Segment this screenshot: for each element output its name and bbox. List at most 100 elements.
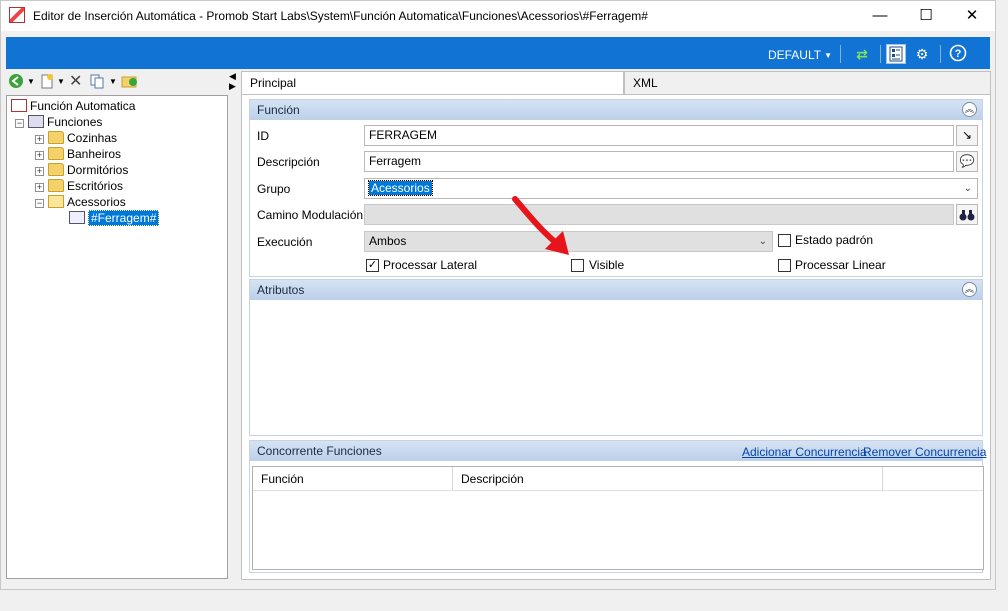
tree-item-selected[interactable]: #Ferragem# [69, 210, 160, 226]
descripcion-field[interactable]: Ferragem [364, 151, 954, 172]
editor-window: Editor de Inserción Automática - Promob … [0, 0, 996, 590]
principal-panel: Función ︽ ID FERRAGEM ↘ Descripción Ferr… [241, 94, 991, 580]
toolbar-divider [880, 45, 881, 63]
processar-lateral-label: Processar Lateral [383, 258, 478, 272]
section-title: Atributos [257, 283, 305, 297]
collapse-section-icon[interactable]: ︽ [962, 282, 977, 297]
expand-toggle[interactable]: + [35, 135, 44, 144]
folder-icon [48, 147, 64, 160]
execucion-selected-value: Ambos [369, 234, 407, 248]
main-toolbar: DEFAULT ▼ ⇄ ⚙ ? [6, 37, 990, 69]
estado-padron-label: Estado padrón [795, 233, 874, 247]
function-file-icon [69, 211, 85, 224]
back-icon[interactable] [8, 73, 24, 91]
id-field[interactable]: FERRAGEM [364, 125, 954, 146]
functions-node-icon [28, 115, 44, 128]
title-bar: Editor de Inserción Automática - Promob … [1, 1, 995, 31]
processar-linear-checkbox[interactable] [778, 259, 791, 272]
profile-dropdown[interactable]: DEFAULT ▼ [768, 48, 832, 62]
splitter-toggle[interactable]: ◀ ▶ [229, 71, 239, 91]
window-title: Editor de Inserción Automática - Promob … [33, 9, 648, 23]
grupo-selected-value: Acessorios [368, 180, 433, 196]
chevron-down-icon: ▼ [824, 51, 832, 60]
camino-label: Camino Modulación [257, 208, 364, 222]
section-title: Función [257, 103, 300, 117]
tree-item-funciones[interactable]: − Funciones [15, 114, 102, 130]
collapse-toggle[interactable]: − [15, 119, 24, 128]
toolbar-divider [840, 45, 841, 63]
id-lookup-icon[interactable]: ↘ [956, 125, 978, 146]
refresh-folder-icon[interactable] [121, 73, 139, 91]
tree-root-label: Función Automatica [30, 99, 136, 113]
processar-lateral-checkbox[interactable]: ✓ [366, 259, 379, 272]
new-item-icon[interactable] [39, 73, 55, 91]
atributos-section: Atributos ︽ [249, 279, 983, 436]
tree-item-folder[interactable]: + Banheiros [35, 146, 121, 162]
tree-item-folder[interactable]: + Cozinhas [35, 130, 117, 146]
collapse-toggle[interactable]: − [35, 199, 44, 208]
grupo-label: Grupo [257, 182, 291, 196]
chevron-down-icon[interactable]: ⌄ [964, 179, 972, 198]
visible-label: Visible [589, 258, 625, 272]
folder-icon [48, 131, 64, 144]
toolbar-divider [940, 45, 941, 63]
camino-field[interactable] [364, 204, 954, 225]
annotation-arrow [512, 196, 569, 255]
grupo-select[interactable]: Acessorios ⌄ [364, 178, 978, 199]
column-header-descripcion[interactable]: Descripción [453, 467, 883, 491]
collapse-left-icon[interactable]: ◀ [229, 71, 239, 81]
settings-gear-icon[interactable]: ⚙ [912, 44, 932, 64]
app-icon [9, 7, 25, 23]
tree-item-folder[interactable]: − Acessorios [35, 194, 126, 210]
add-concurrency-link[interactable]: Adicionar Concurrencia [742, 445, 867, 459]
tree-toolbar: ▼ ▼ ✕ ▼ [7, 72, 227, 92]
comment-icon[interactable]: 💬 [956, 151, 978, 172]
folder-icon [48, 163, 64, 176]
tab-strip: Principal XML [241, 71, 991, 95]
tab-principal[interactable]: Principal [241, 71, 624, 95]
profile-label: DEFAULT [767, 48, 822, 62]
properties-panel-icon[interactable] [886, 44, 906, 64]
tree-item-label: Cozinhas [67, 131, 118, 145]
binoculars-icon[interactable] [956, 204, 978, 225]
atributos-section-header: Atributos ︽ [250, 280, 982, 300]
tree-item-folder[interactable]: + Escritórios [35, 178, 123, 194]
expand-right-icon[interactable]: ▶ [229, 81, 239, 91]
table-header: Función Descripción [253, 467, 983, 491]
minimize-button[interactable]: — [857, 1, 903, 31]
open-folder-icon [48, 195, 64, 208]
refresh-icon[interactable]: ⇄ [852, 44, 872, 64]
collapse-section-icon[interactable]: ︽ [962, 102, 977, 117]
descripcion-label: Descripción [257, 155, 320, 169]
tree-root[interactable]: Función Automatica [11, 98, 135, 114]
svg-text:?: ? [955, 48, 962, 60]
chevron-down-icon[interactable]: ▼ [109, 73, 117, 91]
chevron-down-icon[interactable]: ⌄ [759, 232, 767, 251]
chevron-down-icon[interactable]: ▼ [27, 73, 35, 91]
execucion-label: Execución [257, 235, 313, 249]
remove-concurrency-link[interactable]: Remover Concurrencia [863, 445, 986, 459]
expand-toggle[interactable]: + [35, 151, 44, 160]
section-title: Concorrente Funciones [257, 444, 382, 458]
tree-item-label: Banheiros [67, 147, 122, 161]
help-icon[interactable]: ? [948, 44, 968, 64]
estado-padron-checkbox[interactable] [778, 234, 791, 247]
tree-item-label: Acessorios [67, 195, 126, 209]
maximize-button[interactable]: ☐ [903, 1, 949, 31]
funcion-section-header: Función ︽ [250, 100, 982, 120]
tree-item-label: Dormitórios [67, 163, 129, 177]
id-label: ID [257, 129, 269, 143]
function-root-icon [11, 99, 27, 112]
expand-toggle[interactable]: + [35, 167, 44, 176]
expand-toggle[interactable]: + [35, 183, 44, 192]
tab-xml[interactable]: XML [624, 71, 991, 95]
close-button[interactable]: ✕ [949, 1, 995, 31]
delete-icon[interactable]: ✕ [69, 73, 82, 91]
concurrency-table: Función Descripción [252, 466, 984, 570]
funcion-section: Función ︽ ID FERRAGEM ↘ Descripción Ferr… [249, 99, 983, 277]
copy-icon[interactable] [89, 73, 105, 91]
column-header-funcion[interactable]: Función [253, 467, 453, 491]
chevron-down-icon[interactable]: ▼ [57, 73, 65, 91]
processar-linear-label: Processar Linear [795, 258, 886, 272]
tree-item-folder[interactable]: + Dormitórios [35, 162, 128, 178]
